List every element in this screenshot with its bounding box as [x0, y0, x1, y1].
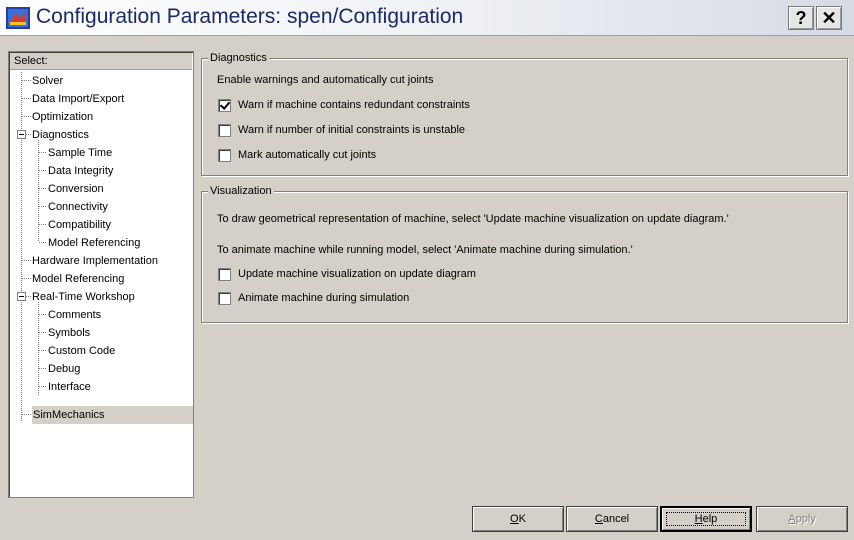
mark-cut-joints-label[interactable]: Mark automatically cut joints — [238, 149, 376, 161]
help-button-label: elp — [702, 513, 718, 525]
update-visualization-label[interactable]: Update machine visualization on update d… — [238, 268, 476, 280]
diagnostics-intro: Enable warnings and automatically cut jo… — [217, 74, 434, 86]
tree-item-conversion[interactable]: Conversion — [48, 180, 104, 198]
apply-button-mnemonic: A — [788, 513, 796, 525]
tree-item-debug[interactable]: Debug — [48, 360, 80, 378]
category-tree[interactable]: Select: Solver Data Import/Export Optimi… — [8, 51, 194, 498]
tree-item-model-referencing[interactable]: Model Referencing — [32, 270, 124, 288]
tree-item-symbols[interactable]: Symbols — [48, 324, 90, 342]
tree-item-real-time-workshop[interactable]: Real-Time Workshop — [32, 288, 135, 306]
help-button[interactable]: Help — [660, 506, 752, 532]
tree-item-simmechanics[interactable]: SimMechanics — [32, 406, 193, 424]
tree-item-data-integrity[interactable]: Data Integrity — [48, 162, 113, 180]
tree-item-solver[interactable]: Solver — [32, 72, 63, 90]
unstable-constraints-checkbox[interactable] — [218, 123, 231, 137]
tree-item-sample-time[interactable]: Sample Time — [48, 144, 112, 162]
cancel-button-label: ancel — [602, 513, 630, 525]
ok-button-label: K — [518, 513, 526, 525]
visualization-group: Visualization To draw geometrical repres… — [201, 184, 848, 323]
animate-machine-checkbox[interactable] — [218, 291, 231, 305]
help-icon[interactable]: ? — [788, 6, 814, 30]
animate-machine-option[interactable]: Animate machine during simulation — [218, 290, 409, 306]
redundant-constraints-option[interactable]: Warn if machine contains redundant const… — [218, 97, 470, 113]
apply-button[interactable]: Apply — [756, 506, 848, 532]
tree-item-optimization[interactable]: Optimization — [32, 108, 93, 126]
tree-item-compatibility[interactable]: Compatibility — [48, 216, 111, 234]
redundant-constraints-label[interactable]: Warn if machine contains redundant const… — [238, 99, 470, 111]
animate-machine-label[interactable]: Animate machine during simulation — [238, 292, 409, 304]
tree-item-interface[interactable]: Interface — [48, 378, 91, 396]
mark-cut-joints-checkbox[interactable] — [218, 148, 231, 162]
tree-item-data-import-export[interactable]: Data Import/Export — [32, 90, 124, 108]
diagnostics-group: Diagnostics Enable warnings and automati… — [201, 51, 848, 176]
close-icon[interactable]: ✕ — [816, 6, 842, 30]
simulink-model-icon — [6, 7, 30, 29]
tree-item-diagnostics-model-referencing[interactable]: Model Referencing — [48, 234, 140, 252]
visualization-instruction-1: To draw geometrical representation of ma… — [217, 213, 729, 225]
unstable-constraints-label[interactable]: Warn if number of initial constraints is… — [238, 124, 465, 136]
tree-item-custom-code[interactable]: Custom Code — [48, 342, 115, 360]
title-bar: Configuration Parameters: spen/Configura… — [0, 0, 854, 36]
window-title: Configuration Parameters: spen/Configura… — [36, 5, 464, 28]
unstable-constraints-option[interactable]: Warn if number of initial constraints is… — [218, 122, 465, 138]
tree-item-connectivity[interactable]: Connectivity — [48, 198, 108, 216]
update-visualization-checkbox[interactable] — [218, 267, 231, 281]
diagnostics-group-title: Diagnostics — [208, 51, 269, 65]
tree-item-hardware-implementation[interactable]: Hardware Implementation — [32, 252, 158, 270]
ok-button[interactable]: OK — [472, 506, 564, 532]
cancel-button[interactable]: Cancel — [566, 506, 658, 532]
help-button-mnemonic: H — [694, 513, 703, 525]
redundant-constraints-checkbox[interactable] — [218, 98, 231, 112]
mark-cut-joints-option[interactable]: Mark automatically cut joints — [218, 147, 376, 163]
tree-item-comments[interactable]: Comments — [48, 306, 101, 324]
tree-item-diagnostics[interactable]: Diagnostics — [32, 126, 89, 144]
visualization-instruction-2: To animate machine while running model, … — [217, 244, 633, 256]
apply-button-label: pply — [795, 513, 816, 525]
ok-button-mnemonic: O — [510, 513, 519, 525]
update-visualization-option[interactable]: Update machine visualization on update d… — [218, 266, 476, 282]
tree-header: Select: — [10, 53, 192, 70]
cancel-button-mnemonic: C — [594, 513, 603, 525]
visualization-group-title: Visualization — [208, 184, 274, 198]
